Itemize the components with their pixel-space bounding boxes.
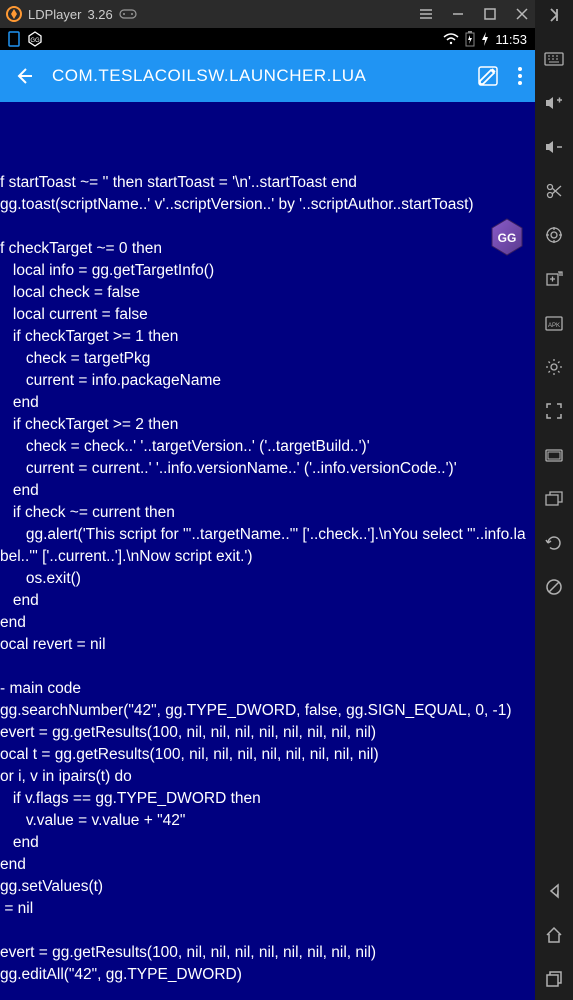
minimize-button[interactable] xyxy=(451,7,465,21)
edit-icon[interactable] xyxy=(477,65,499,87)
no-rotate-icon[interactable] xyxy=(543,576,565,598)
ldplayer-logo-icon xyxy=(6,6,22,22)
menu-icon[interactable] xyxy=(419,7,433,21)
volume-up-icon[interactable] xyxy=(543,92,565,114)
battery-icon xyxy=(465,31,475,47)
back-arrow-icon[interactable] xyxy=(12,65,34,87)
gg-small-icon: GG xyxy=(26,30,44,48)
gamepad-icon xyxy=(119,8,137,20)
android-home-icon[interactable] xyxy=(543,924,565,946)
app-name: LDPlayer xyxy=(28,7,81,22)
android-back-icon[interactable] xyxy=(543,880,565,902)
code-text: f startToast ~= '' then startToast = '\n… xyxy=(0,150,533,986)
location-icon[interactable] xyxy=(543,224,565,246)
wifi-icon xyxy=(443,33,459,45)
android-statusbar: GG 11:53 xyxy=(0,28,535,50)
window-stack-icon[interactable] xyxy=(543,488,565,510)
apk-icon[interactable]: APK xyxy=(543,312,565,334)
app-version: 3.26 xyxy=(87,7,112,22)
svg-text:GG: GG xyxy=(498,231,517,245)
fullscreen-icon[interactable] xyxy=(543,400,565,422)
volume-down-icon[interactable] xyxy=(543,136,565,158)
code-content[interactable]: f startToast ~= '' then startToast = '\n… xyxy=(0,102,535,1000)
window-title: LDPlayer 3.26 xyxy=(28,7,419,22)
clock-time: 11:53 xyxy=(495,32,527,47)
menu-dots-icon[interactable] xyxy=(517,66,523,86)
android-recent-icon[interactable] xyxy=(543,968,565,990)
close-button[interactable] xyxy=(515,7,529,21)
bolt-icon xyxy=(481,32,489,46)
svg-text:GG: GG xyxy=(30,38,40,44)
add-screen-icon[interactable] xyxy=(543,268,565,290)
screenshot-icon[interactable] xyxy=(543,444,565,466)
maximize-button[interactable] xyxy=(483,7,497,21)
rotate-icon[interactable] xyxy=(543,532,565,554)
keyboard-icon[interactable] xyxy=(543,48,565,70)
tablet-icon xyxy=(8,31,20,47)
app-toolbar: COM.TESLACOILSW.LAUNCHER.LUA xyxy=(0,50,535,102)
window-controls xyxy=(419,7,529,21)
collapse-icon[interactable] xyxy=(543,4,565,26)
gg-floating-icon[interactable]: GG xyxy=(486,172,528,214)
window-titlebar: LDPlayer 3.26 xyxy=(0,0,535,28)
emulator-sidebar: APK xyxy=(535,0,573,1000)
scissors-icon[interactable] xyxy=(543,180,565,202)
file-title: COM.TESLACOILSW.LAUNCHER.LUA xyxy=(52,66,459,86)
settings-icon[interactable] xyxy=(543,356,565,378)
main-area: LDPlayer 3.26 GG xyxy=(0,0,535,1000)
svg-text:APK: APK xyxy=(548,323,560,329)
